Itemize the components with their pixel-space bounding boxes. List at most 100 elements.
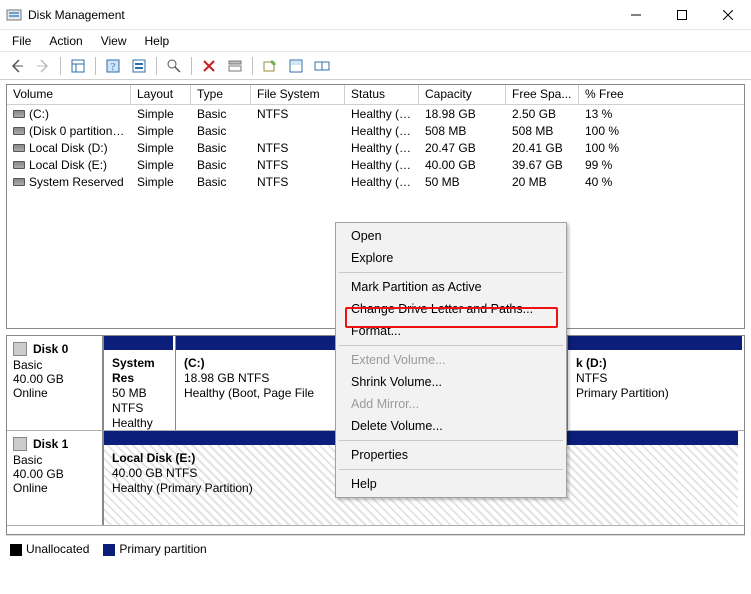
volume-list-header: Volume Layout Type File System Status Ca… — [7, 85, 744, 105]
cell: 13 % — [579, 107, 737, 121]
menu-file[interactable]: File — [4, 32, 39, 50]
nav-back-button[interactable] — [6, 55, 28, 77]
col-percfree[interactable]: % Free — [579, 85, 737, 104]
volume-row[interactable]: Local Disk (E:)SimpleBasicNTFSHealthy (P… — [7, 156, 744, 173]
ctx-help[interactable]: Help — [337, 473, 565, 495]
minimize-button[interactable] — [613, 0, 659, 30]
col-type[interactable]: Type — [191, 85, 251, 104]
legend-unallocated: Unallocated — [10, 542, 89, 556]
disk-label-pane[interactable]: Disk 1 Basic40.00 GBOnline — [7, 431, 103, 525]
volume-list-body: (C:)SimpleBasicNTFSHealthy (B...18.98 GB… — [7, 105, 744, 190]
partition-line3: Healthy (Sys — [112, 416, 165, 430]
titlebar: Disk Management — [0, 0, 751, 30]
close-button[interactable] — [705, 0, 751, 30]
ctx-properties[interactable]: Properties — [337, 444, 565, 466]
partition-line2: 50 MB NTFS — [112, 386, 165, 416]
help-button[interactable]: ? — [102, 55, 124, 77]
partition[interactable]: k (D:)NTFSPrimary Partition) — [567, 336, 742, 430]
ctx-separator — [339, 469, 563, 470]
partition-body: k (D:)NTFSPrimary Partition) — [568, 350, 742, 430]
context-menu: Open Explore Mark Partition as Active Ch… — [335, 222, 567, 498]
delete-button[interactable] — [198, 55, 220, 77]
cell: (C:) — [7, 107, 131, 121]
col-capacity[interactable]: Capacity — [419, 85, 506, 104]
disk-size: 40.00 GB — [13, 467, 96, 481]
col-filesystem[interactable]: File System — [251, 85, 345, 104]
window-title: Disk Management — [28, 8, 125, 22]
disk-id: Disk 0 — [33, 342, 68, 356]
ctx-extend-volume: Extend Volume... — [337, 349, 565, 371]
toolbar-separator — [60, 57, 61, 75]
disk-status: Online — [13, 386, 96, 400]
refresh-button[interactable] — [163, 55, 185, 77]
nav-forward-button[interactable] — [32, 55, 54, 77]
cell: Healthy (P... — [345, 158, 419, 172]
partition[interactable]: System Res50 MB NTFSHealthy (Sys — [103, 336, 173, 430]
action-3-button[interactable] — [311, 55, 333, 77]
legend: Unallocated Primary partition — [6, 535, 745, 562]
unallocated-swatch — [10, 544, 22, 556]
volume-row[interactable]: Local Disk (D:)SimpleBasicNTFSHealthy (P… — [7, 139, 744, 156]
ctx-separator — [339, 272, 563, 273]
cell: Healthy (S... — [345, 175, 419, 189]
toolbar: ? — [0, 52, 751, 80]
cell: 508 MB — [506, 124, 579, 138]
volume-row[interactable]: System ReservedSimpleBasicNTFSHealthy (S… — [7, 173, 744, 190]
ctx-shrink-volume[interactable]: Shrink Volume... — [337, 371, 565, 393]
action-1-button[interactable] — [259, 55, 281, 77]
volume-row[interactable]: (Disk 0 partition 3)SimpleBasicHealthy (… — [7, 122, 744, 139]
disk-id: Disk 1 — [33, 437, 68, 451]
cell: Simple — [131, 175, 191, 189]
cell: Simple — [131, 124, 191, 138]
cell: 508 MB — [419, 124, 506, 138]
partition-body: System Res50 MB NTFSHealthy (Sys — [104, 350, 173, 430]
action-2-button[interactable] — [285, 55, 307, 77]
cell: 2.50 GB — [506, 107, 579, 121]
ctx-explore[interactable]: Explore — [337, 247, 565, 269]
ctx-open[interactable]: Open — [337, 225, 565, 247]
cell: 39.67 GB — [506, 158, 579, 172]
svg-text:?: ? — [111, 62, 116, 73]
partition-line3: Primary Partition) — [576, 386, 734, 401]
cell: 100 % — [579, 124, 737, 138]
cell: Healthy (R... — [345, 124, 419, 138]
col-status[interactable]: Status — [345, 85, 419, 104]
show-hide-button[interactable] — [67, 55, 89, 77]
cell: 40.00 GB — [419, 158, 506, 172]
menu-action[interactable]: Action — [41, 32, 90, 50]
cell: Healthy (P... — [345, 141, 419, 155]
settings-button[interactable] — [128, 55, 150, 77]
window-controls — [613, 0, 751, 30]
col-layout[interactable]: Layout — [131, 85, 191, 104]
cell: Basic — [191, 175, 251, 189]
disk-type: Basic — [13, 453, 96, 467]
menu-view[interactable]: View — [93, 32, 135, 50]
col-volume[interactable]: Volume — [7, 85, 131, 104]
volume-icon — [13, 110, 25, 118]
disk-status: Online — [13, 481, 96, 495]
maximize-button[interactable] — [659, 0, 705, 30]
cell: Simple — [131, 141, 191, 155]
ctx-delete-volume[interactable]: Delete Volume... — [337, 415, 565, 437]
cell: Simple — [131, 158, 191, 172]
cell: 18.98 GB — [419, 107, 506, 121]
volume-row[interactable]: (C:)SimpleBasicNTFSHealthy (B...18.98 GB… — [7, 105, 744, 122]
ctx-change-drive-letter[interactable]: Change Drive Letter and Paths... — [337, 298, 565, 320]
partition-line2: NTFS — [576, 371, 734, 386]
ctx-mark-active[interactable]: Mark Partition as Active — [337, 276, 565, 298]
cell: 40 % — [579, 175, 737, 189]
titlebar-left: Disk Management — [6, 7, 125, 23]
legend-unallocated-label: Unallocated — [26, 542, 89, 556]
menu-help[interactable]: Help — [137, 32, 178, 50]
volume-icon — [13, 144, 25, 152]
col-freespace[interactable]: Free Spa... — [506, 85, 579, 104]
ctx-format[interactable]: Format... — [337, 320, 565, 342]
cell: Local Disk (E:) — [7, 158, 131, 172]
cell: Basic — [191, 141, 251, 155]
legend-primary-label: Primary partition — [119, 542, 206, 556]
toolbar-separator — [95, 57, 96, 75]
disk-icon — [13, 437, 27, 451]
properties-button[interactable] — [224, 55, 246, 77]
disk-label-pane[interactable]: Disk 0Basic40.00 GBOnline — [7, 336, 103, 430]
partition-color-bar — [568, 336, 742, 350]
